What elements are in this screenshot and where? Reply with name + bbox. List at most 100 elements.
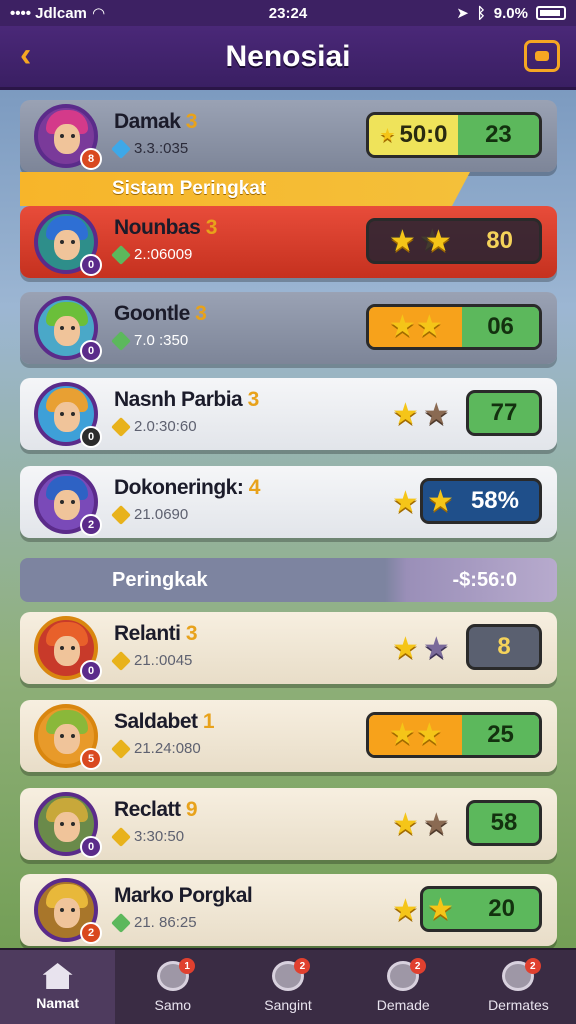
level-badge: 0 — [80, 340, 102, 362]
nav-label: Samo — [154, 997, 192, 1013]
battery-icon — [535, 6, 566, 20]
score-pill: ★ 20 — [420, 886, 542, 932]
star-icon: ★ — [415, 310, 443, 343]
gem-icon — [111, 138, 131, 159]
player-score: 3.3.:035 — [111, 138, 188, 159]
star-rating: ★★ — [392, 398, 450, 431]
star-icon: ★ — [427, 893, 454, 926]
player-score: 2.0:30:60 — [111, 416, 197, 437]
player-card[interactable]: 0 Goontle 3 7.0 :350 ★ ★ 06 — [20, 292, 557, 364]
player-card[interactable]: 2 Marko Porgkal 21. 86:25 ★ ★ 20 — [20, 874, 557, 946]
gem-icon — [111, 912, 131, 933]
notification-badge: 2 — [524, 958, 541, 974]
player-card[interactable]: 0 Relanti 3 21.:0045 ★ ★ 8 — [20, 612, 557, 684]
carrier-label: •••• Jdlcam — [10, 4, 87, 22]
level-badge: 2 — [80, 514, 102, 536]
location-icon: ➤ — [456, 5, 469, 22]
player-name: Marko Porgkal — [114, 884, 253, 907]
player-score: 21.24:080 — [111, 738, 201, 759]
score-pill: ★ ★ 25 — [366, 712, 542, 758]
player-card[interactable]: 5 Saldabet 1 21.24:080 ★ ★ 25 — [20, 700, 557, 772]
player-card[interactable]: 8 Damak 3 3.3.:035 ★ 50:0 23 — [20, 100, 557, 172]
player-card[interactable]: 2 Dokoneringk: 4 21.0690 ★ ★ 58% — [20, 466, 557, 538]
score-pill: ★ 58% — [420, 478, 542, 524]
score-pill: ★ ★ 06 — [366, 304, 542, 350]
nav-trophy[interactable]: 2 Demade — [346, 950, 461, 1024]
gem-icon — [111, 416, 131, 437]
star-rating: ★ — [392, 486, 419, 519]
gem-icon — [111, 650, 131, 671]
level-badge: 0 — [80, 254, 102, 276]
player-card[interactable]: 0 Reclatt 9 3:30:50 ★ ★ 58 — [20, 788, 557, 860]
star-icon: ★ — [389, 718, 416, 751]
score-pill: 58 — [466, 800, 542, 846]
nav-label: Sangint — [264, 997, 312, 1013]
player-name: Saldabet 1 — [114, 710, 215, 733]
wifi-icon: ◠ — [92, 5, 105, 22]
gem-icon — [111, 244, 131, 265]
section-label: Peringkak — [112, 568, 208, 591]
back-button[interactable]: ‹ — [20, 38, 31, 72]
level-badge: 8 — [80, 148, 102, 170]
player-name: Reclatt 9 — [114, 798, 198, 821]
score-pill: ★ 50:0 23 — [366, 112, 542, 158]
level-badge: 0 — [80, 660, 102, 682]
chat-icon — [535, 51, 549, 61]
section-banner: Sistam Peringkat — [20, 172, 470, 206]
page-title: Nenosiai — [225, 39, 351, 73]
nav-label: Namat — [36, 995, 79, 1011]
gem-icon — [111, 738, 131, 759]
nav-home[interactable]: Namat — [0, 950, 116, 1024]
status-bar: •••• Jdlcam ◠ 23:24 ➤ ᛒ 9.0% — [0, 0, 576, 26]
nav-label: Demade — [376, 997, 430, 1013]
star-rating: ★★ — [392, 632, 450, 665]
nav-label: Dermates — [488, 997, 549, 1013]
home-icon — [42, 963, 73, 989]
bottom-navigation: Namat 1 Samo 2 Sangint 2 Demade 2 Dermat… — [0, 948, 576, 1024]
battery-label: 9.0% — [493, 4, 528, 22]
section-header: Peringkak -$:56:0 — [20, 558, 557, 602]
player-score: 7.0 :350 — [111, 330, 188, 351]
level-badge: 0 — [80, 836, 102, 858]
player-name: Relanti 3 — [114, 622, 198, 645]
player-score: 21.0690 — [111, 504, 188, 525]
player-score: 2.:06009 — [111, 244, 192, 265]
notification-badge: 2 — [294, 958, 311, 974]
star-rating: ★★ — [392, 808, 450, 841]
gem-icon — [111, 504, 131, 525]
nav-badges[interactable]: 2 Dermates — [461, 950, 576, 1024]
star-icon: ★ — [415, 718, 443, 751]
level-badge: 0 — [80, 426, 102, 448]
star-icon: ★ — [389, 310, 416, 343]
score-pill: 77 — [466, 390, 542, 436]
level-badge: 2 — [80, 922, 102, 944]
player-name: Goontle 3 — [114, 302, 207, 325]
star-icon: ★ — [389, 225, 416, 258]
chat-button[interactable] — [524, 40, 560, 72]
star-icon: ★ — [427, 485, 454, 518]
player-score: 3:30:50 — [111, 826, 184, 847]
section-value: -$:56:0 — [452, 568, 517, 591]
notification-badge: 1 — [179, 958, 196, 974]
clock: 23:24 — [268, 4, 308, 22]
player-name: Nounbas 3 — [114, 216, 217, 239]
nav-search[interactable]: 1 Samo — [115, 950, 230, 1024]
player-score: 21. 86:25 — [111, 912, 197, 933]
player-card[interactable]: 0 Nasnh Parbia 3 2.0:30:60 ★ ★ 77 — [20, 378, 557, 450]
nav-target[interactable]: 2 Sangint — [230, 950, 345, 1024]
player-card[interactable]: 0 Nounbas 3 2.:06009 ★★ ★★ 80 — [20, 206, 557, 278]
player-name: Nasnh Parbia 3 — [114, 388, 259, 411]
notification-badge: 2 — [409, 958, 426, 974]
player-score: 21.:0045 — [111, 650, 192, 671]
bluetooth-icon: ᛒ — [476, 4, 486, 22]
star-icon: ★ — [379, 125, 396, 145]
app-header: ‹ Nenosiai — [0, 26, 576, 90]
score-pill: ★ ★ 80 — [366, 218, 542, 264]
star-icon: ★ — [425, 225, 452, 258]
level-badge: 5 — [80, 748, 102, 770]
score-pill: 8 — [466, 624, 542, 670]
player-name: Damak 3 — [114, 110, 197, 133]
player-name: Dokoneringk: 4 — [114, 476, 260, 499]
gem-icon — [111, 330, 131, 351]
star-rating: ★ — [392, 894, 419, 927]
